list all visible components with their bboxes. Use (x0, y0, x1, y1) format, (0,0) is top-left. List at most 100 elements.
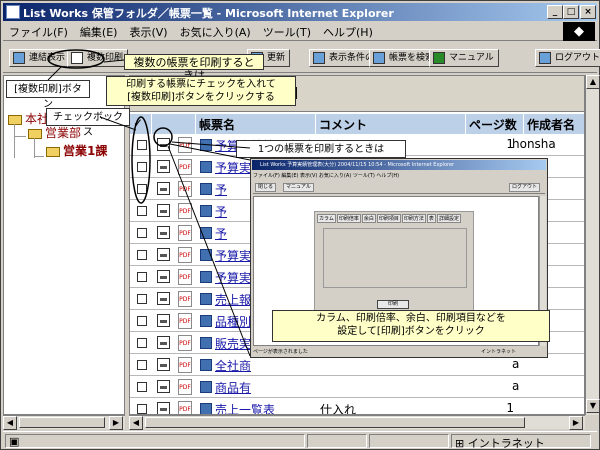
row-checkbox[interactable] (137, 228, 147, 238)
printer-icon[interactable] (157, 160, 170, 173)
pdf-icon[interactable]: PDF (178, 137, 192, 153)
col-comment[interactable]: コメント (316, 114, 466, 134)
report-name-link[interactable]: 売上報 (215, 291, 251, 308)
row-checkbox[interactable] (137, 184, 147, 194)
report-name-link[interactable]: 予算実 (215, 159, 251, 176)
pdf-icon[interactable]: PDF (178, 181, 192, 197)
report-name-link[interactable]: 販売実 (215, 335, 251, 352)
pdf-icon[interactable]: PDF (178, 247, 192, 263)
printer-icon[interactable] (157, 138, 170, 151)
report-name-link[interactable]: 全社商 (215, 357, 251, 374)
tree-item-dept[interactable]: 営業部 (28, 124, 81, 141)
inner-print-button[interactable]: 印刷 (377, 300, 409, 309)
row-checkbox[interactable] (137, 250, 147, 260)
list-horizontal-scrollbar[interactable]: ◀ ▶ (129, 415, 585, 430)
report-icon (200, 227, 212, 239)
col-author[interactable]: 作成者名 (524, 114, 584, 134)
report-name-link[interactable]: 予 (215, 181, 227, 198)
printer-icon[interactable] (157, 292, 170, 305)
maximize-button[interactable]: □ (563, 5, 579, 19)
tab-table[interactable]: 表 (426, 214, 436, 223)
menu-help[interactable]: ヘルプ(H) (317, 22, 379, 42)
row-checkbox[interactable] (137, 272, 147, 282)
report-name-link[interactable]: 予 (215, 203, 227, 220)
multi-print-button[interactable]: 複数印刷 (67, 49, 129, 67)
printer-icon[interactable] (157, 248, 170, 261)
printer-icon[interactable] (157, 380, 170, 393)
report-name-link[interactable]: 予算実 (215, 269, 251, 286)
tab-margin[interactable]: 余白 (361, 214, 376, 223)
tab-method[interactable]: 印刷方法 (401, 214, 426, 223)
pdf-icon[interactable]: PDF (178, 269, 192, 285)
pdf-icon[interactable]: PDF (178, 159, 192, 175)
row-checkbox[interactable] (137, 338, 147, 348)
vertical-scrollbar[interactable]: ▲ ▼ (585, 75, 600, 415)
tab-items[interactable]: 印刷項目 (376, 214, 401, 223)
col-check[interactable]: ✓ (130, 114, 152, 134)
col-name[interactable]: 帳票名 (196, 114, 316, 134)
scroll-right-icon[interactable]: ▶ (109, 416, 123, 430)
row-checkbox[interactable] (137, 140, 147, 150)
scroll-up-icon[interactable]: ▲ (586, 75, 600, 89)
scroll-down-icon[interactable]: ▼ (586, 399, 600, 413)
printer-icon[interactable] (157, 204, 170, 217)
row-checkbox[interactable] (137, 360, 147, 370)
pdf-icon[interactable]: PDF (178, 335, 192, 351)
tab-scale[interactable]: 印刷倍率 (336, 214, 361, 223)
scroll-right-icon[interactable]: ▶ (569, 416, 583, 430)
report-name-link[interactable]: 品種別 (215, 313, 251, 330)
scroll-left-icon[interactable]: ◀ (129, 416, 143, 430)
tab-advanced[interactable]: 詳細設定 (436, 214, 461, 223)
printer-icon[interactable] (157, 270, 170, 283)
close-button[interactable]: × (580, 5, 596, 19)
table-row[interactable]: PDF 売上一覧表 仕入れ 1 (130, 399, 584, 414)
logout-button[interactable]: ログアウト (535, 49, 600, 67)
row-checkbox[interactable] (137, 404, 147, 414)
printer-icon[interactable] (157, 402, 170, 414)
menu-file[interactable]: ファイル(F) (3, 22, 74, 42)
printer-icon[interactable] (157, 226, 170, 239)
minimize-button[interactable]: _ (547, 5, 563, 19)
inner-close-button[interactable]: 閉じる (255, 183, 277, 192)
menu-tools[interactable]: ツール(T) (257, 22, 317, 42)
pdf-icon[interactable]: PDF (178, 401, 192, 414)
printer-icon[interactable] (157, 182, 170, 195)
pdf-icon[interactable]: PDF (178, 379, 192, 395)
tab-column[interactable]: カラム (317, 214, 336, 223)
menu-bar: ファイル(F) 編集(E) 表示(V) お気に入り(A) ツール(T) ヘルプ(H) ◆ (3, 22, 597, 41)
report-name-link[interactable]: 予算実 (215, 247, 251, 264)
inner-logout-button[interactable]: ログアウト (509, 183, 541, 192)
printer-icon[interactable] (157, 358, 170, 371)
row-checkbox[interactable] (137, 316, 147, 326)
menu-favorites[interactable]: お気に入り(A) (174, 22, 257, 42)
row-checkbox[interactable] (137, 206, 147, 216)
pdf-icon[interactable]: PDF (178, 291, 192, 307)
scroll-thumb[interactable] (19, 417, 105, 428)
manual-button[interactable]: マニュアル (429, 49, 499, 67)
col-pages[interactable]: ページ数 (466, 114, 524, 134)
row-checkbox[interactable] (137, 162, 147, 172)
report-name-link[interactable]: 商品有 (215, 379, 251, 396)
pdf-icon[interactable]: PDF (178, 225, 192, 241)
table-row[interactable]: PDF 全社商 a (130, 355, 584, 376)
menu-edit[interactable]: 編集(E) (74, 22, 124, 42)
table-row[interactable]: PDF 商品有 a (130, 377, 584, 398)
row-checkbox[interactable] (137, 294, 147, 304)
pdf-icon[interactable]: PDF (178, 357, 192, 373)
tree-item-section[interactable]: 営業1課 (46, 142, 107, 159)
title-bar: List Works 保管フォルダ／帳票一覧 - Microsoft Inter… (3, 3, 597, 21)
report-name-link[interactable]: 予 (215, 225, 227, 242)
report-name-link[interactable]: 売上一覧表 (215, 401, 275, 414)
menu-view[interactable]: 表示(V) (123, 22, 173, 42)
tree-horizontal-scrollbar[interactable]: ◀ ▶ (3, 415, 125, 430)
row-checkbox[interactable] (137, 382, 147, 392)
pdf-icon[interactable]: PDF (178, 313, 192, 329)
linked-view-button[interactable]: 連結表示 (9, 49, 71, 67)
printer-icon[interactable] (157, 314, 170, 327)
pdf-icon[interactable]: PDF (178, 203, 192, 219)
scroll-left-icon[interactable]: ◀ (3, 416, 17, 430)
scroll-thumb[interactable] (145, 417, 525, 428)
printer-icon[interactable] (157, 336, 170, 349)
inner-manual-button[interactable]: マニュアル (283, 183, 314, 192)
callout-multi-print-button: [複数印刷]ボタン (6, 80, 90, 110)
